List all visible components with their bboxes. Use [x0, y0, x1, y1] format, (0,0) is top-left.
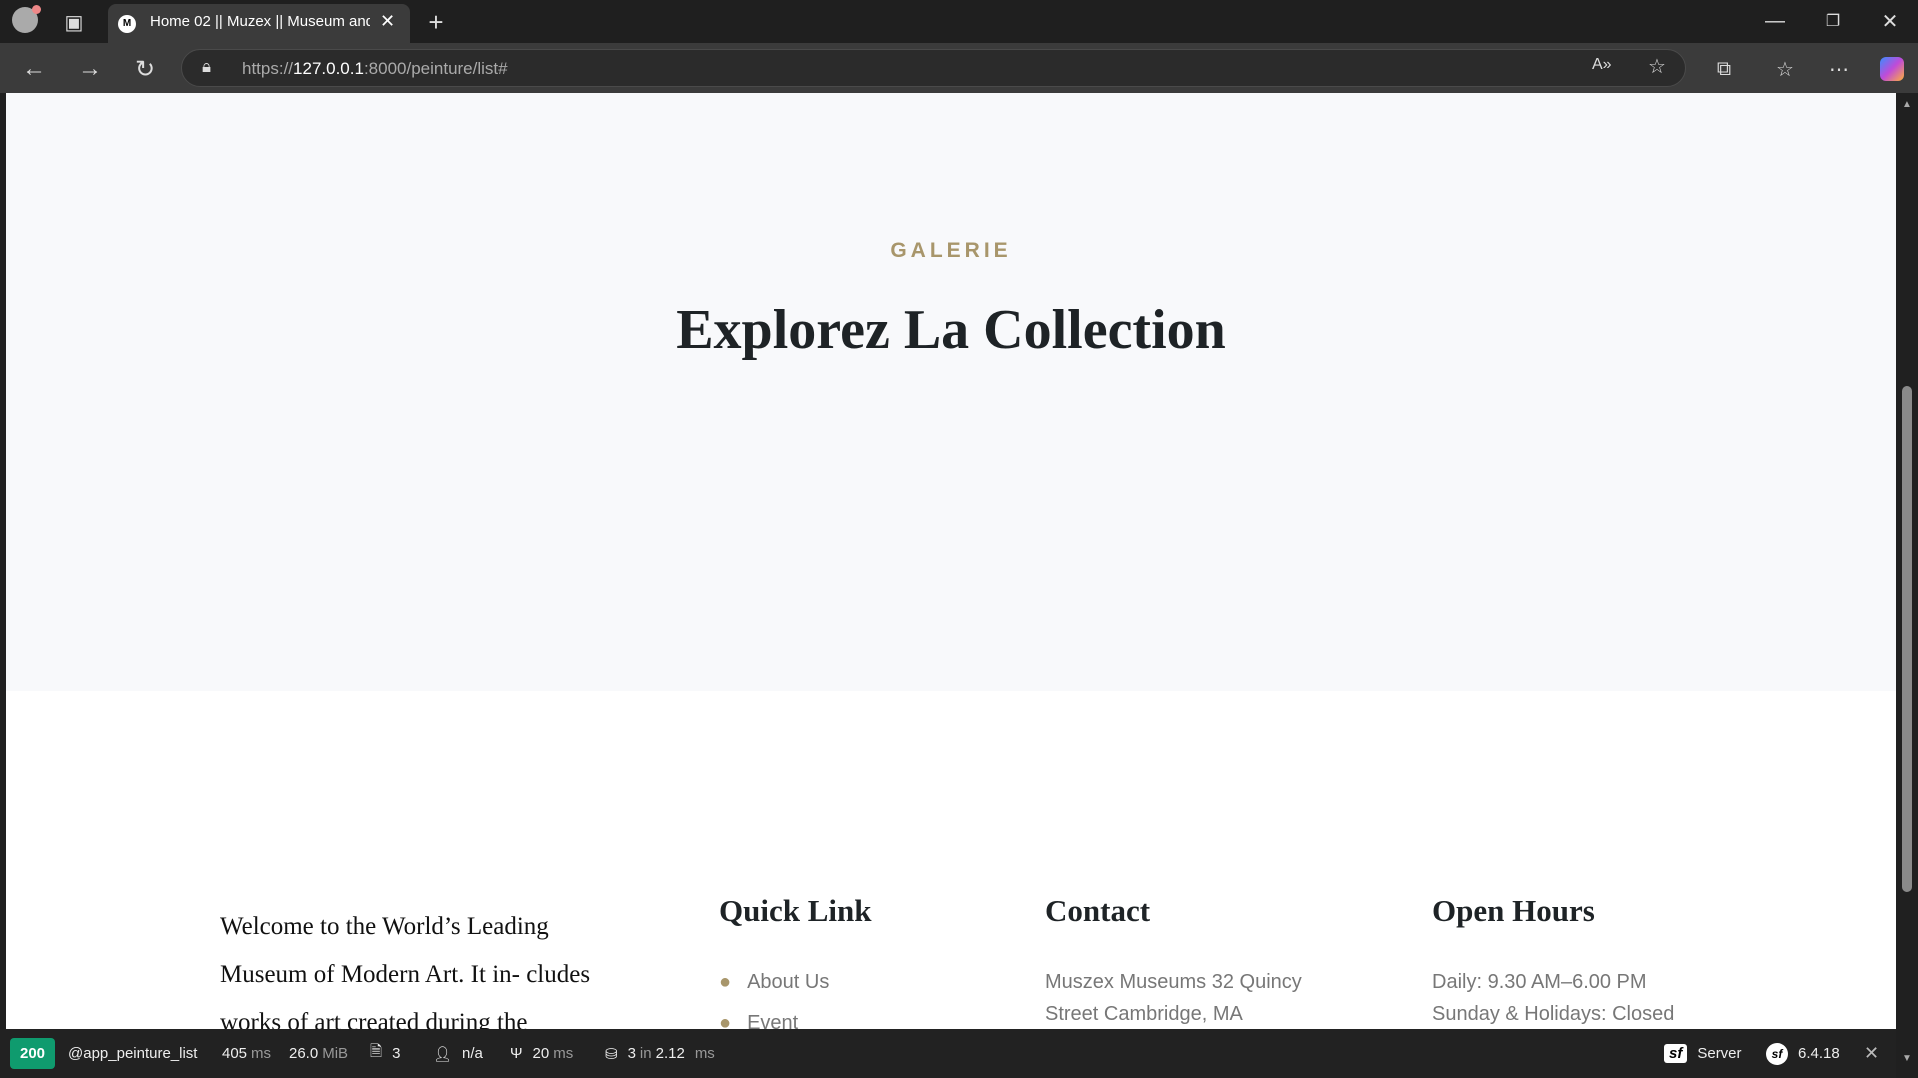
lock-icon: 🔒︎	[202, 57, 212, 76]
section-kicker: GALERIE	[890, 239, 1012, 262]
forward-icon[interactable]: →	[76, 55, 104, 83]
scroll-down-icon[interactable]: ▼	[1902, 1053, 1912, 1064]
logs-item[interactable]: 🗎︎ 3	[370, 1029, 400, 1078]
memory-unit: MiB	[322, 1045, 349, 1062]
minimize-icon[interactable]: —	[1760, 8, 1790, 34]
url-text[interactable]: https://127.0.0.1:8000/peinture/list#	[242, 59, 508, 79]
user-value: n/a	[462, 1045, 483, 1062]
time-value: 405	[222, 1045, 248, 1062]
server-item[interactable]: sf Server	[1664, 1029, 1742, 1078]
copilot-icon[interactable]	[1880, 57, 1904, 81]
memory-item[interactable]: 26.0 MiB	[289, 1029, 348, 1078]
restore-icon[interactable]: ❐	[1818, 8, 1848, 34]
time-unit: ms	[251, 1045, 272, 1062]
symfony-version: 6.4.18	[1798, 1045, 1840, 1062]
page-title: Explorez La Collection	[676, 299, 1226, 361]
status-badge[interactable]: 200	[10, 1038, 56, 1069]
time-item[interactable]: 405 ms	[222, 1029, 271, 1078]
favorites-icon[interactable]: ☆	[1771, 55, 1799, 83]
browser-tab-bar: ▣ M Home 02 || Muzex || Museum and ✕ + —…	[0, 0, 1918, 43]
notification-dot	[32, 5, 41, 14]
init-unit: ms	[553, 1045, 574, 1062]
tab-active[interactable]: M Home 02 || Muzex || Museum and ✕	[108, 4, 410, 43]
about-line: works of art created during the	[220, 1009, 528, 1029]
url-host: 127.0.0.1	[293, 59, 364, 78]
address-bar[interactable]: 🔒︎ https://127.0.0.1:8000/peinture/list#…	[181, 49, 1686, 87]
symfony-debug-toolbar: 200 @app_peinture_list 405 ms 26.0 MiB 🗎︎ 3…	[0, 1029, 1896, 1078]
about-line: Welcome to the World’s Leading	[220, 913, 549, 940]
quick-link-event[interactable]: ● Event	[719, 1012, 798, 1029]
init-item[interactable]: Ψ 20 ms	[510, 1029, 573, 1078]
close-window-icon[interactable]: ✕	[1875, 8, 1905, 34]
route-item[interactable]: @app_peinture_list	[68, 1029, 197, 1078]
contact-line: Street Cambridge, MA	[1045, 1003, 1243, 1025]
contact-heading: Contact	[1045, 893, 1151, 928]
open-hours-heading: Open Hours	[1432, 893, 1595, 928]
scrollbar-thumb[interactable]	[1902, 386, 1912, 892]
db-time: 2.12	[655, 1045, 685, 1062]
sprout-icon: Ψ	[510, 1045, 523, 1062]
site-favicon: M	[118, 15, 136, 33]
tab-title: Home 02 || Muzex || Museum and	[150, 13, 370, 30]
about-line: Museum of Modern Art. It in- cludes	[220, 961, 591, 988]
back-icon[interactable]: ←	[20, 55, 48, 83]
quick-link-about[interactable]: ● About Us	[719, 971, 829, 994]
scroll-up-icon[interactable]: ▲	[1902, 99, 1912, 110]
database-icon: ⛁	[605, 1045, 618, 1063]
tab-actions-icon[interactable]: ▣	[62, 10, 86, 34]
log-file-icon: 🗎︎	[370, 1043, 383, 1060]
db-item[interactable]: ⛁ 3 in 2.12 ms	[605, 1029, 715, 1078]
contact-line: Muszex Museums 32 Quincy	[1045, 971, 1302, 993]
more-icon[interactable]: ⋯	[1825, 55, 1853, 83]
tab-close-icon[interactable]: ✕	[380, 11, 395, 32]
db-unit: ms	[694, 1045, 715, 1062]
read-aloud-icon[interactable]: A»	[1592, 56, 1612, 74]
version-item[interactable]: sf 6.4.18	[1766, 1029, 1840, 1078]
hours-line: Daily: 9.30 AM–6.00 PM	[1432, 971, 1647, 993]
hours-line: Sunday & Holidays: Closed	[1432, 1003, 1675, 1025]
symfony-logo-icon: sf	[1664, 1044, 1688, 1063]
quick-link-heading: Quick Link	[719, 893, 872, 928]
url-scheme: https://	[242, 59, 294, 78]
url-path: :8000/peinture/list#	[363, 59, 508, 78]
refresh-icon[interactable]: ↻	[131, 55, 159, 83]
init-value: 20	[532, 1045, 550, 1062]
extensions-icon[interactable]: ⧉	[1710, 55, 1738, 83]
user-icon: 👤︎	[433, 1045, 453, 1063]
page-content: GALERIE Explorez La Collection Welcome t…	[6, 93, 1896, 1029]
db-queries: 3	[627, 1045, 636, 1062]
route-name: @app_peinture_list	[68, 1045, 198, 1062]
add-favorite-icon[interactable]: ☆	[1648, 54, 1666, 79]
hero-section: GALERIE Explorez La Collection	[6, 93, 1896, 691]
logs-count: 3	[392, 1045, 401, 1062]
symfony-round-logo-icon: sf	[1766, 1042, 1788, 1065]
user-item[interactable]: 👤︎ n/a	[433, 1029, 483, 1078]
db-in: in	[639, 1045, 652, 1062]
footer-about: Welcome to the World’s Leading Museum of…	[220, 903, 640, 1029]
close-toolbar-icon[interactable]: ✕	[1864, 1029, 1879, 1078]
new-tab-icon[interactable]: +	[422, 7, 450, 37]
memory-value: 26.0	[289, 1045, 319, 1062]
server-label: Server	[1697, 1045, 1742, 1062]
